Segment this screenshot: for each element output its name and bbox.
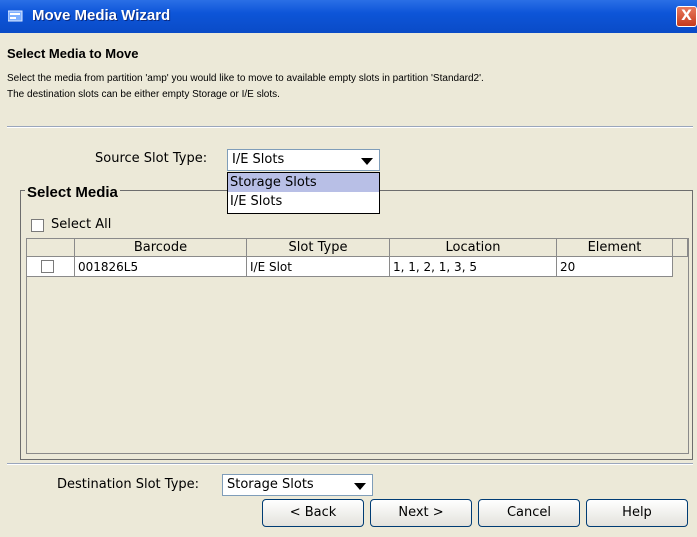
app-icon bbox=[8, 10, 23, 22]
description-line-2: The destination slots can be either empt… bbox=[7, 89, 280, 100]
media-table: Barcode Slot Type Location Element 00182… bbox=[26, 238, 689, 454]
wizard-content: Select Media to Move Select the media fr… bbox=[0, 33, 697, 537]
slot-type-cell: I/E Slot bbox=[247, 257, 390, 277]
table-header: Barcode Slot Type Location Element bbox=[27, 239, 688, 257]
close-button[interactable]: X bbox=[676, 6, 697, 27]
table-row[interactable]: 001826L5 I/E Slot 1, 1, 2, 1, 3, 5 20 bbox=[27, 257, 688, 277]
chevron-down-icon[interactable] bbox=[354, 483, 366, 490]
column-header-select[interactable] bbox=[27, 239, 75, 257]
location-cell: 1, 1, 2, 1, 3, 5 bbox=[390, 257, 557, 277]
column-header-element[interactable]: Element bbox=[557, 239, 673, 257]
close-icon: X bbox=[681, 8, 692, 24]
source-slot-select[interactable]: I/E Slots bbox=[227, 149, 380, 171]
column-header-spacer bbox=[673, 239, 688, 257]
barcode-cell: 001826L5 bbox=[75, 257, 247, 277]
window-title: Move Media Wizard bbox=[32, 7, 171, 24]
description-line-1: Select the media from partition 'amp' yo… bbox=[7, 73, 484, 84]
back-button[interactable]: < Back bbox=[262, 499, 364, 527]
source-slot-label: Source Slot Type: bbox=[95, 151, 208, 166]
title-bar[interactable]: Move Media Wizard X bbox=[0, 0, 697, 33]
select-all-checkbox[interactable] bbox=[31, 219, 44, 232]
column-header-slot-type[interactable]: Slot Type bbox=[247, 239, 390, 257]
source-slot-value: I/E Slots bbox=[232, 152, 285, 167]
select-media-title: Select Media bbox=[25, 184, 120, 201]
page-title: Select Media to Move bbox=[7, 46, 139, 61]
footer-divider bbox=[7, 463, 693, 465]
cancel-button[interactable]: Cancel bbox=[478, 499, 580, 527]
select-all-label: Select All bbox=[51, 217, 112, 232]
next-button[interactable]: Next > bbox=[370, 499, 472, 527]
dropdown-option-ie-slots[interactable]: I/E Slots bbox=[228, 192, 379, 211]
destination-slot-value: Storage Slots bbox=[227, 477, 314, 492]
destination-slot-label: Destination Slot Type: bbox=[57, 477, 200, 492]
row-select-cell bbox=[27, 257, 75, 277]
header-divider bbox=[7, 126, 693, 128]
source-slot-dropdown: Storage Slots I/E Slots bbox=[227, 172, 380, 214]
dropdown-option-storage-slots[interactable]: Storage Slots bbox=[228, 173, 379, 192]
column-header-location[interactable]: Location bbox=[390, 239, 557, 257]
column-header-barcode[interactable]: Barcode bbox=[75, 239, 247, 257]
description: Select the media from partition 'amp' yo… bbox=[7, 71, 692, 103]
destination-slot-select[interactable]: Storage Slots bbox=[222, 474, 373, 496]
element-cell: 20 bbox=[557, 257, 673, 277]
help-button[interactable]: Help bbox=[586, 499, 688, 527]
chevron-down-icon[interactable] bbox=[361, 158, 373, 165]
row-checkbox[interactable] bbox=[41, 260, 54, 273]
